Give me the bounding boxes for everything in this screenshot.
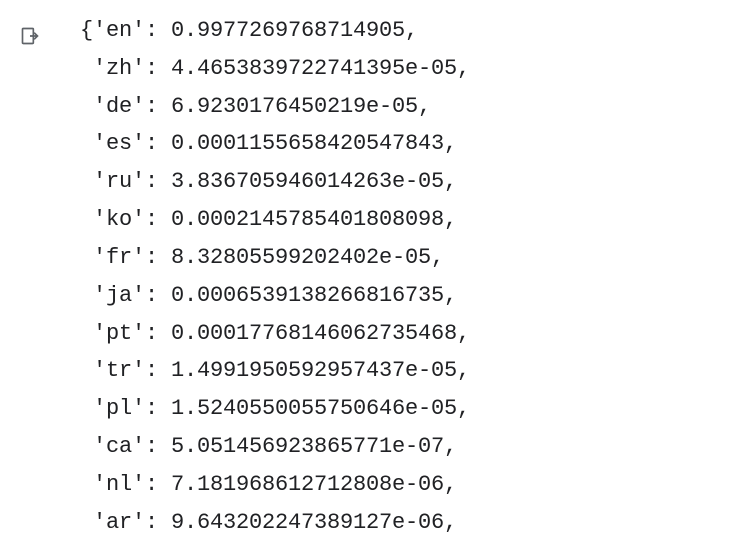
dict-output: {'en': 0.9977269768714905, 'zh': 4.46538… bbox=[80, 12, 470, 542]
output-indicator-icon bbox=[20, 22, 40, 42]
output-cell: {'en': 0.9977269768714905, 'zh': 4.46538… bbox=[0, 12, 734, 542]
